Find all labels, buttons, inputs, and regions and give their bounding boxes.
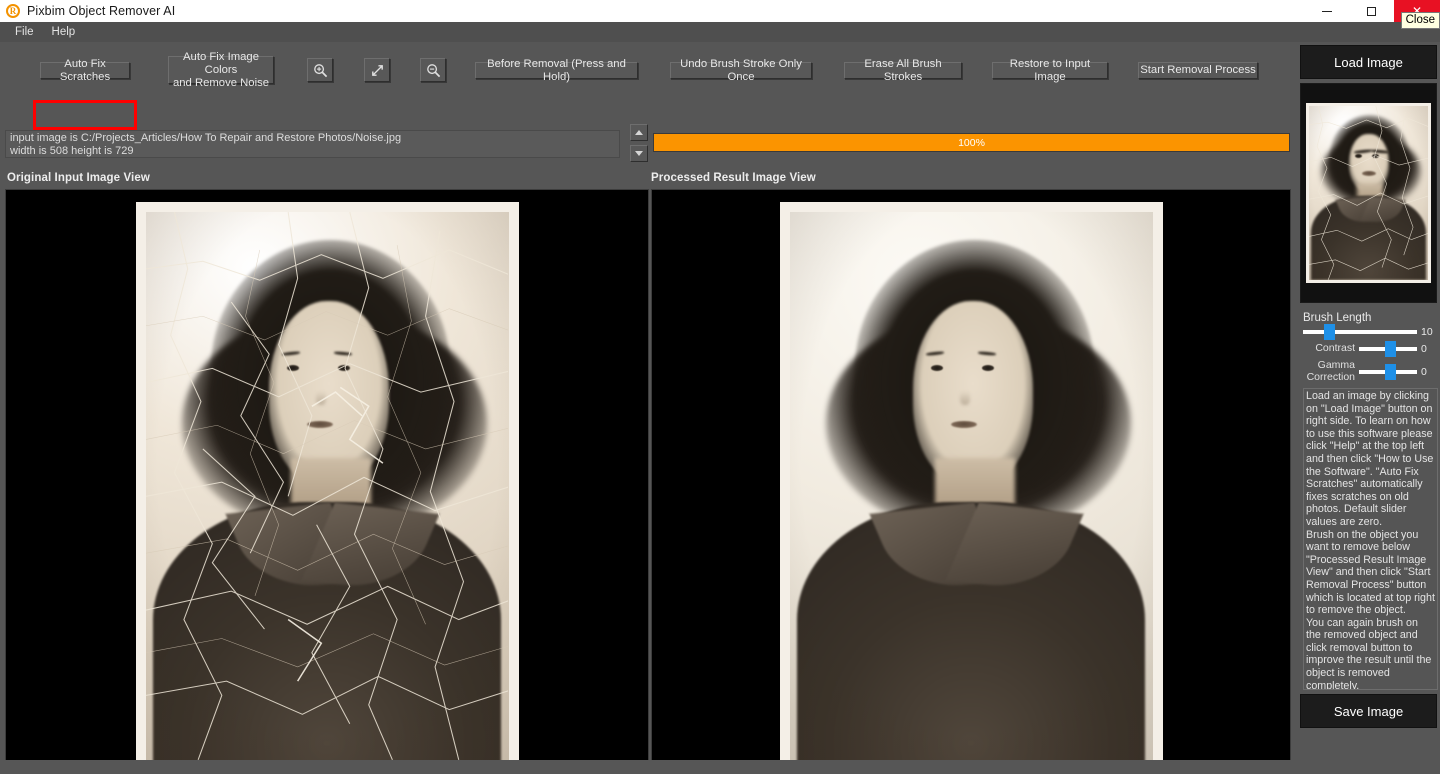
brush-length-value: 10	[1421, 326, 1433, 338]
thumbnail-preview[interactable]	[1300, 83, 1437, 303]
contrast-slider[interactable]	[1359, 341, 1417, 357]
contrast-value: 0	[1421, 343, 1427, 355]
menu-bar: File Help	[0, 22, 1440, 42]
gamma-correction-value: 0	[1421, 365, 1427, 378]
processed-view-label: Processed Result Image View	[651, 172, 816, 184]
brush-length-label: Brush Length	[1303, 312, 1372, 324]
original-view-label: Original Input Image View	[7, 172, 150, 184]
menu-item-file[interactable]: File	[6, 24, 43, 40]
contrast-slider-row: Contrast 0	[1303, 341, 1434, 357]
app-icon: R	[6, 4, 20, 18]
before-removal-button[interactable]: Before Removal (Press and Hold)	[475, 58, 638, 83]
gamma-correction-slider-row: Gamma Correction 0	[1303, 359, 1434, 383]
minimize-button[interactable]	[1304, 0, 1349, 22]
thumbnail-scratch-overlay	[1309, 106, 1428, 280]
expand-fit-icon[interactable]	[364, 58, 390, 82]
help-text-panel: Load an image by clicking on "Load Image…	[1303, 388, 1438, 690]
restore-to-input-button[interactable]: Restore to Input Image	[992, 58, 1108, 83]
progress-bar: 100%	[653, 133, 1290, 152]
gamma-correction-label: Gamma Correction	[1306, 359, 1355, 383]
application-window: R Pixbim Object Remover AI ✕ Close File …	[0, 0, 1440, 774]
undo-brush-stroke-button[interactable]: Undo Brush Stroke Only Once	[670, 58, 812, 83]
workspace: Auto Fix Scratches Auto Fix Image Colors…	[0, 42, 1297, 774]
erase-all-brush-strokes-button[interactable]: Erase All Brush Strokes	[844, 58, 962, 83]
zoom-in-icon[interactable]	[307, 58, 333, 82]
zoom-out-icon[interactable]	[420, 58, 446, 82]
auto-fix-scratches-button[interactable]: Auto Fix Scratches	[40, 58, 130, 83]
save-image-button[interactable]: Save Image	[1300, 694, 1437, 728]
original-photo	[135, 202, 519, 774]
maximize-button[interactable]	[1349, 0, 1394, 22]
start-removal-process-button[interactable]: Start Removal Process	[1138, 62, 1258, 79]
original-image-panel[interactable]	[5, 189, 649, 774]
value-stepper[interactable]	[630, 124, 648, 162]
progress-bar-label: 100%	[958, 136, 985, 149]
processed-image-panel[interactable]	[651, 189, 1291, 774]
brush-length-slider-row: 10	[1303, 324, 1434, 340]
progress-bar-fill: 100%	[654, 134, 1289, 151]
menu-item-help[interactable]: Help	[43, 24, 85, 40]
slider-controls: Brush Length 10 Contrast 0 Gamma Correct…	[1300, 312, 1437, 383]
arrow-down-icon[interactable]	[630, 145, 648, 162]
contrast-label: Contrast	[1315, 342, 1355, 355]
processed-photo	[779, 202, 1163, 774]
window-title: Pixbim Object Remover AI	[27, 4, 176, 18]
toolbar: Auto Fix Scratches Auto Fix Image Colors…	[0, 50, 1297, 130]
title-bar: R Pixbim Object Remover AI ✕ Close	[0, 0, 1440, 29]
load-image-button[interactable]: Load Image	[1300, 45, 1437, 79]
scratch-overlay	[145, 212, 509, 760]
brush-length-slider[interactable]	[1303, 324, 1417, 340]
close-tooltip: Close	[1400, 12, 1440, 29]
auto-fix-colors-button[interactable]: Auto Fix Image Colors and Remove Noise	[168, 51, 274, 89]
right-sidebar: Load Image Brush Length 10 Contrast 0 Ga…	[1297, 42, 1440, 760]
input-image-info: input image is C:/Projects_Articles/How …	[5, 130, 620, 158]
arrow-up-icon[interactable]	[630, 124, 648, 141]
status-bar	[0, 760, 1440, 774]
gamma-correction-slider[interactable]	[1359, 363, 1417, 380]
auto-fix-scratches-highlight	[33, 100, 137, 130]
